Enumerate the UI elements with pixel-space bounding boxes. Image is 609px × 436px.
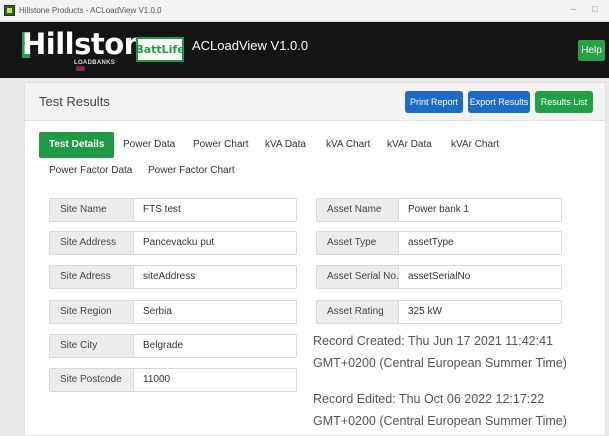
tab-power-data[interactable]: Power Data	[123, 139, 175, 150]
maximize-icon[interactable]: □	[588, 4, 602, 15]
record-created-text: Record Created: Thu Jun 17 2021 11:42:41…	[313, 334, 567, 370]
app-title: ACLoadView V1.0.0	[192, 38, 309, 53]
minimize-icon[interactable]: –	[566, 4, 580, 15]
card-header: Test Results Print Report Export Results…	[25, 83, 605, 121]
logo-subtitle: LOADBANKS	[74, 60, 122, 72]
results-list-button[interactable]: Results List	[535, 91, 593, 113]
site-postcode-field[interactable]: 11000	[133, 368, 297, 392]
hillstone-logo: Hillstone LOADBANKS	[22, 28, 163, 72]
site-name-field[interactable]: FTS test	[133, 198, 297, 222]
site-adress-field[interactable]: siteAddress	[133, 265, 297, 289]
site-address-label: Site Address	[49, 231, 135, 255]
window-titlebar: Hillstone Products - ACLoadView V1.0.0 –…	[0, 0, 609, 22]
asset-type-field[interactable]: assetType	[398, 231, 562, 255]
asset-rating-field[interactable]: 325 kW	[398, 300, 562, 324]
tab-kva-chart[interactable]: kVA Chart	[326, 139, 370, 150]
site-name-label: Site Name	[49, 198, 135, 222]
tab-power-chart[interactable]: Power Chart	[193, 139, 249, 150]
uk-flag-icon	[76, 66, 85, 71]
export-results-button[interactable]: Export Results	[468, 91, 530, 113]
app-header: Hillstone LOADBANKS BattLife ACLoadView …	[0, 22, 609, 78]
asset-type-label: Asset Type	[316, 231, 400, 255]
asset-name-field[interactable]: Power bank 1	[398, 198, 562, 222]
site-city-label: Site City	[49, 334, 135, 358]
test-results-card: Test Results Print Report Export Results…	[24, 82, 606, 436]
site-adress-label: Site Adress	[49, 265, 135, 289]
tab-kvar-data[interactable]: kVAr Data	[387, 139, 432, 150]
print-report-button[interactable]: Print Report	[405, 91, 463, 113]
tab-kva-data[interactable]: kVA Data	[265, 139, 306, 150]
window-title: Hillstone Products - ACLoadView V1.0.0	[19, 6, 162, 15]
asset-serial-field[interactable]: assetSerialNo	[398, 265, 562, 289]
asset-name-label: Asset Name	[316, 198, 400, 222]
tab-test-details[interactable]: Test Details	[39, 132, 115, 158]
record-edited-text: Record Edited: Thu Oct 06 2022 12:17:22 …	[313, 392, 567, 428]
battlife-badge: BattLife	[135, 37, 185, 62]
site-postcode-label: Site Postcode	[49, 368, 135, 392]
help-button[interactable]: Help	[578, 40, 605, 61]
card-title: Test Results	[39, 94, 110, 109]
site-address-field[interactable]: Pancevacku put	[133, 231, 297, 255]
app-icon	[4, 5, 15, 16]
tab-power-factor-chart[interactable]: Power Factor Chart	[148, 165, 235, 176]
asset-serial-label: Asset Serial No.	[316, 265, 400, 289]
tab-power-factor-data[interactable]: Power Factor Data	[49, 165, 132, 176]
site-region-field[interactable]: Serbia	[133, 300, 297, 324]
site-city-field[interactable]: Belgrade	[133, 334, 297, 358]
asset-rating-label: Asset Rating	[316, 300, 400, 324]
tab-kvar-chart[interactable]: kVAr Chart	[451, 139, 499, 150]
site-region-label: Site Region	[49, 300, 135, 324]
